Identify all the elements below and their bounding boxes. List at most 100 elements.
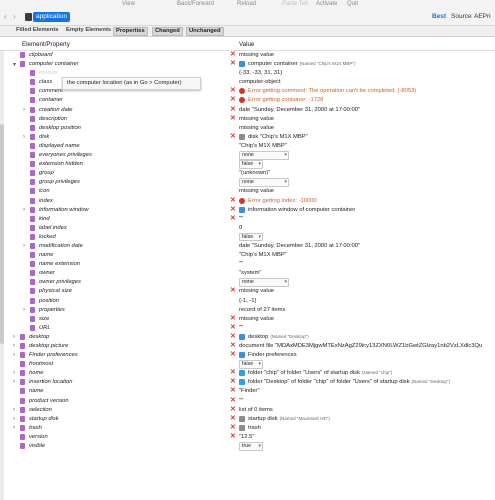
tab-changed[interactable]: Changed — [152, 27, 183, 36]
property-row[interactable]: everyones privileges none ▾ — [10, 151, 495, 160]
column-element-property[interactable]: Element/Property — [22, 41, 70, 48]
disclosure-collapsed-icon[interactable]: › — [13, 343, 15, 349]
property-row[interactable]: › disk ✕ disk "Chip's M1X MBP" — [10, 133, 495, 142]
tab-empty-elements[interactable]: Empty Elements — [64, 27, 113, 34]
property-row[interactable]: › trash ✕ trash — [10, 424, 495, 433]
tab-filled-elements[interactable]: Filled Elements — [14, 27, 61, 34]
property-row[interactable]: › insertion location ✕ folder "Desktop" of … — [10, 378, 495, 387]
property-row[interactable]: owner privileges none ▾ — [10, 278, 495, 287]
property-row[interactable]: › information window ✕ information window o… — [10, 206, 495, 215]
value-select[interactable]: false ▾ — [239, 232, 263, 242]
disclosure-collapsed-icon[interactable]: › — [13, 379, 15, 385]
property-row[interactable]: description ✕ missing value — [10, 115, 495, 124]
close-icon[interactable]: ✕ — [230, 51, 236, 59]
property-row[interactable]: name ✕ "Finder" — [10, 387, 495, 396]
close-icon[interactable]: ✕ — [230, 60, 236, 68]
disclosure-collapsed-icon[interactable]: › — [13, 425, 15, 431]
tab-properties[interactable]: Properties — [113, 27, 148, 36]
disclosure-expanded-icon[interactable]: ▾ — [13, 61, 16, 68]
disclosure-collapsed-icon[interactable]: › — [13, 352, 15, 358]
close-icon[interactable]: ✕ — [230, 433, 236, 441]
property-row[interactable]: group "(unknown)" — [10, 169, 495, 178]
vertical-scrollbar[interactable] — [0, 51, 4, 500]
disclosure-collapsed-icon[interactable]: › — [23, 307, 25, 313]
disclosure-collapsed-icon[interactable]: › — [13, 370, 15, 376]
property-row[interactable]: label index 0 — [10, 224, 495, 233]
close-icon[interactable]: ✕ — [230, 424, 236, 432]
property-row[interactable]: › Finder preferences ✕ Finder preferences — [10, 351, 495, 360]
property-row[interactable]: desktop position missing value — [10, 124, 495, 133]
value-select[interactable]: none ▾ — [239, 278, 289, 287]
aeprint-view-button[interactable]: AEPri — [474, 13, 491, 20]
property-row[interactable]: › desktop picture ✕ document file "MDAxMDE3… — [10, 342, 495, 351]
close-icon[interactable]: ✕ — [230, 115, 236, 123]
disclosure-collapsed-icon[interactable]: › — [23, 134, 25, 140]
close-icon[interactable]: ✕ — [230, 387, 236, 395]
property-row[interactable]: owner "system" — [10, 269, 495, 278]
disclosure-collapsed-icon[interactable]: › — [13, 416, 15, 422]
property-row[interactable]: clipboard ✕ missing value — [10, 51, 495, 60]
source-view-button[interactable]: Source — [451, 13, 472, 20]
property-row[interactable]: ▾ computer container ✕ computer container (N… — [10, 60, 495, 69]
best-view-button[interactable]: Best — [432, 13, 446, 20]
property-row[interactable]: version ✕ "12.5" — [10, 433, 495, 442]
property-row[interactable]: › properties record of 27 items — [10, 306, 495, 315]
disclosure-collapsed-icon[interactable]: › — [13, 407, 15, 413]
property-row[interactable]: URL ✕ "" — [10, 324, 495, 333]
close-icon[interactable]: ✕ — [230, 378, 236, 386]
reload-button[interactable]: Reload — [237, 1, 256, 7]
back-forward-button[interactable]: Back/Forward — [177, 1, 214, 7]
property-row[interactable]: locked false ▾ — [10, 232, 495, 242]
activate-button[interactable]: Activate — [316, 1, 337, 7]
close-icon[interactable]: ✕ — [230, 215, 236, 223]
close-icon[interactable]: ✕ — [230, 287, 236, 295]
close-icon[interactable]: ✕ — [230, 106, 236, 114]
close-icon[interactable]: ✕ — [230, 415, 236, 423]
close-icon[interactable]: ✕ — [230, 406, 236, 414]
close-icon[interactable]: ✕ — [230, 133, 236, 141]
property-row[interactable]: extension hidden false ▾ — [10, 160, 495, 169]
close-icon[interactable]: ✕ — [230, 369, 236, 377]
property-row[interactable]: › modification date date "Sunday, December… — [10, 242, 495, 251]
scrollbar-thumb[interactable] — [0, 124, 4, 344]
property-row[interactable]: displayed name "Chip's M1X MBP" — [10, 142, 495, 151]
close-icon[interactable]: ✕ — [230, 315, 236, 323]
close-icon[interactable]: ✕ — [230, 333, 236, 341]
property-row[interactable]: › startup disk ✕ startup disk (Named "Macint… — [10, 415, 495, 424]
value-select[interactable]: none ▾ — [239, 151, 289, 160]
property-row[interactable]: › desktop ✕ desktop (Named "Desktop") — [10, 333, 495, 342]
close-icon[interactable]: ✕ — [230, 397, 236, 405]
property-row[interactable]: › home ✕ folder "chip" of folder "Users" of… — [10, 369, 495, 378]
property-row[interactable]: › creation date ✕ date "Sunday, December 31… — [10, 106, 495, 115]
disclosure-collapsed-icon[interactable]: › — [23, 107, 25, 113]
quit-button[interactable]: Quit — [347, 1, 358, 7]
property-row[interactable]: container ✕ Error getting container: -1728 — [10, 96, 495, 105]
property-row[interactable]: physical size ✕ missing value — [10, 287, 495, 296]
close-icon[interactable]: ✕ — [230, 87, 236, 95]
close-icon[interactable]: ✕ — [230, 342, 236, 350]
property-row[interactable]: product version ✕ "" — [10, 397, 495, 406]
property-row[interactable]: kind ✕ "" — [10, 215, 495, 224]
disclosure-collapsed-icon[interactable]: › — [23, 243, 25, 249]
forward-arrow-icon[interactable]: › — [13, 12, 16, 21]
property-row[interactable]: size ✕ missing value — [10, 315, 495, 324]
view-button[interactable]: View — [122, 1, 135, 7]
value-select[interactable]: true ▾ — [239, 442, 263, 451]
property-row[interactable]: › selection ✕ list of 0 items — [10, 406, 495, 415]
property-row[interactable]: name extension "" — [10, 260, 495, 269]
property-row[interactable]: name "Chip's M1X MBP" — [10, 251, 495, 260]
breadcrumb-application[interactable]: application — [33, 12, 71, 22]
value-select[interactable]: false ▾ — [239, 160, 263, 169]
property-row[interactable]: index ✕ Error getting index: -10000 — [10, 197, 495, 206]
property-row[interactable]: frontmost false ▾ — [10, 360, 495, 369]
column-value[interactable]: Value — [239, 41, 254, 48]
close-icon[interactable]: ✕ — [230, 351, 236, 359]
property-row[interactable]: position {-1, -1} — [10, 297, 495, 306]
close-icon[interactable]: ✕ — [230, 197, 236, 205]
property-row[interactable]: visible true ▾ — [10, 442, 495, 451]
value-select[interactable]: false ▾ — [239, 360, 263, 369]
disclosure-collapsed-icon[interactable]: › — [13, 334, 15, 340]
property-row[interactable]: icon missing value — [10, 187, 495, 196]
close-icon[interactable]: ✕ — [230, 206, 236, 214]
property-row[interactable]: group privileges none ▾ — [10, 178, 495, 187]
